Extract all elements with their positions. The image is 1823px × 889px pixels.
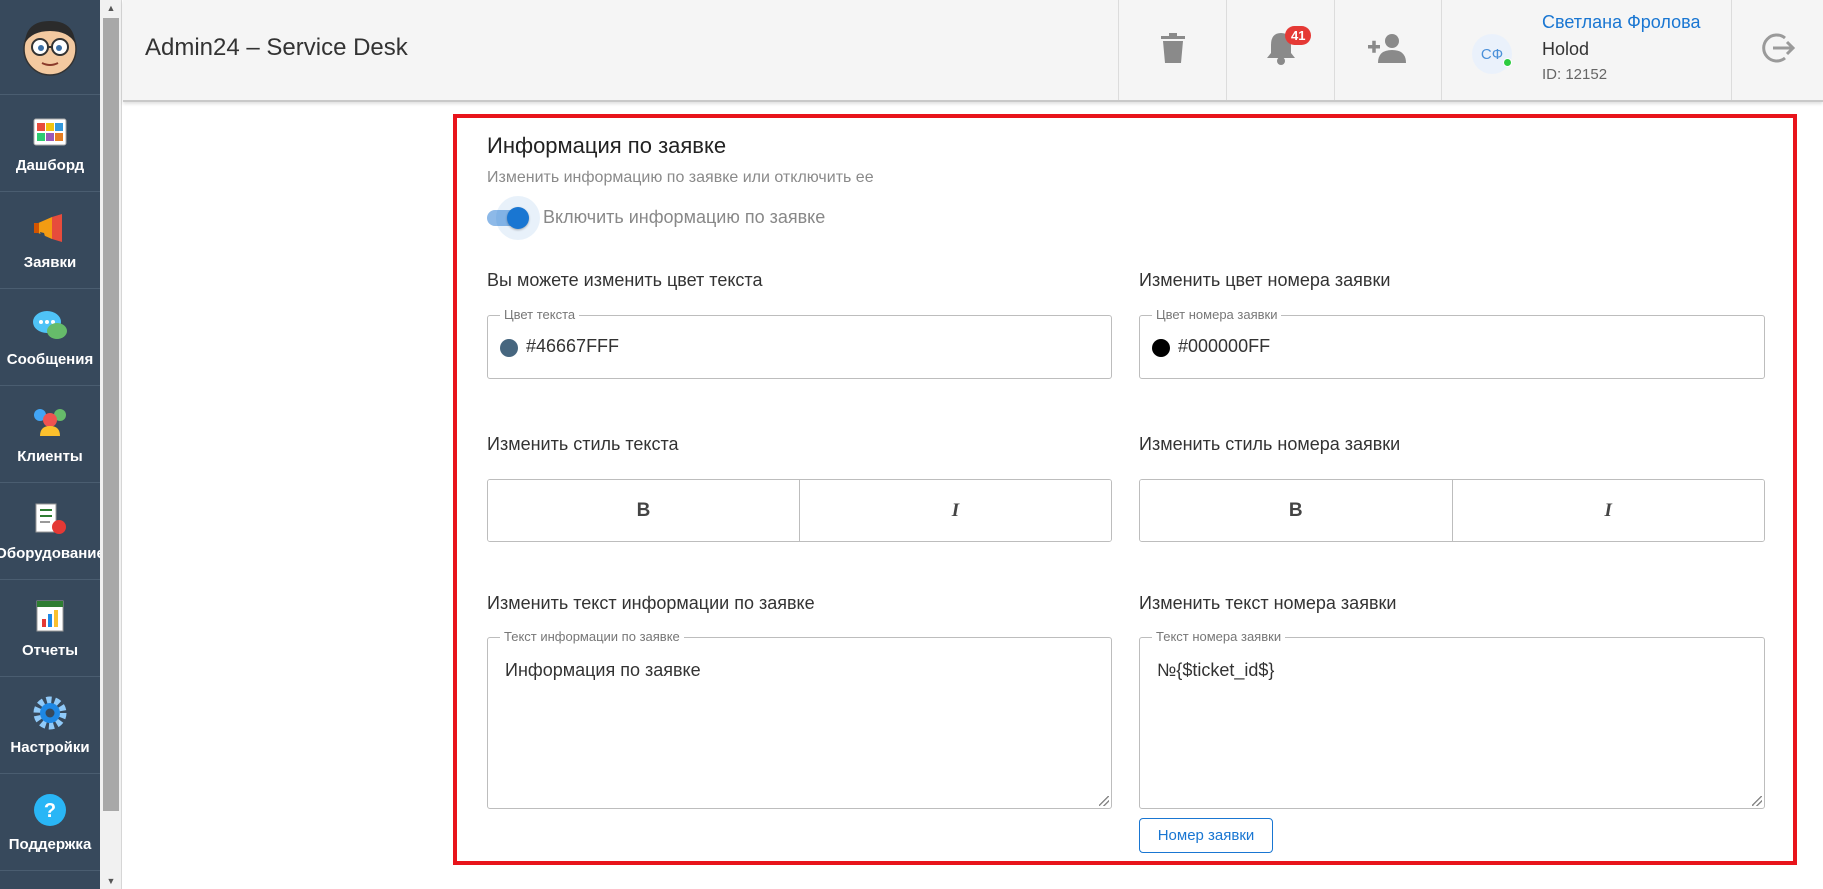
- app-title: Admin24 – Service Desk: [145, 34, 408, 61]
- chat-icon: [32, 307, 68, 343]
- text-style-label: Изменить стиль текста: [487, 434, 679, 454]
- number-italic-button[interactable]: I: [1451, 480, 1764, 541]
- reports-icon: [32, 598, 68, 634]
- user-id: ID: 12152: [1542, 66, 1608, 83]
- sidebar-item-settings[interactable]: Настройки: [0, 677, 100, 774]
- text-color-swatch[interactable]: [500, 339, 518, 357]
- number-color-legend: Цвет номера заявки: [1152, 308, 1282, 322]
- megaphone-icon: [32, 210, 68, 246]
- logo-avatar[interactable]: [0, 0, 100, 95]
- text-italic-button[interactable]: I: [799, 480, 1111, 541]
- scroll-down-arrow-icon[interactable]: ▼: [100, 873, 122, 889]
- text-color-value[interactable]: #46667FFF: [526, 336, 619, 357]
- text-style-group: B I: [487, 479, 1112, 542]
- user-organization: Holod: [1542, 39, 1590, 59]
- text-color-label: Вы можете изменить цвет текста: [487, 270, 763, 290]
- ticket-info-settings-panel: Информация по заявке Изменить информацию…: [453, 114, 1797, 865]
- sidebar-item-label: Настройки: [10, 738, 90, 756]
- sidebar-item-equipment[interactable]: Оборудование: [0, 483, 105, 580]
- number-text-value[interactable]: №{$ticket_id$}: [1157, 660, 1274, 681]
- sidebar-item-label: Клиенты: [17, 447, 83, 465]
- info-text-legend: Текст информации по заявке: [500, 630, 684, 644]
- info-text-value[interactable]: Информация по заявке: [505, 660, 701, 681]
- sidebar-item-dashboard[interactable]: Дашборд: [0, 95, 100, 192]
- number-style-label: Изменить стиль номера заявки: [1139, 434, 1401, 454]
- info-text-textarea[interactable]: Текст информации по заявке Информация по…: [487, 630, 1112, 809]
- number-color-swatch[interactable]: [1152, 339, 1170, 357]
- resize-handle-icon[interactable]: [1752, 796, 1762, 806]
- equipment-icon: [32, 501, 68, 537]
- avatar-face-icon: [23, 21, 77, 76]
- notifications-badge: 41: [1285, 26, 1312, 45]
- scroll-up-arrow-icon[interactable]: ▲: [100, 0, 122, 16]
- insert-ticket-number-button[interactable]: Номер заявки: [1139, 818, 1273, 853]
- clients-icon: [32, 404, 68, 440]
- enable-ticket-info-toggle[interactable]: Включить информацию по заявке: [487, 195, 826, 240]
- sidebar-item-label: Отчеты: [21, 641, 79, 659]
- page-scrollbar[interactable]: ▲ ▼: [100, 0, 122, 889]
- text-color-field[interactable]: Цвет текста #46667FFF: [487, 308, 1112, 379]
- number-text-label: Изменить текст номера заявки: [1139, 593, 1397, 613]
- number-text-textarea[interactable]: Текст номера заявки №{$ticket_id$}: [1139, 630, 1765, 809]
- dashboard-icon: [32, 113, 68, 149]
- sidebar-item-label: Оборудование: [0, 544, 105, 562]
- section-subtitle: Изменить информацию по заявке или отключ…: [487, 169, 874, 186]
- text-color-legend: Цвет текста: [500, 308, 580, 322]
- logout-button[interactable]: [1731, 0, 1823, 100]
- sidebar-item-clients[interactable]: Клиенты: [0, 386, 100, 483]
- number-bold-button[interactable]: B: [1140, 480, 1452, 541]
- number-color-field[interactable]: Цвет номера заявки #000000FF: [1139, 308, 1765, 379]
- online-status-dot: [1503, 58, 1512, 67]
- toggle-label: Включить информацию по заявке: [543, 207, 826, 227]
- sidebar-item-label: Дашборд: [15, 156, 85, 174]
- top-header: Admin24 – Service Desk 41 СФ Светлана Фр…: [123, 0, 1823, 102]
- info-text-label: Изменить текст информации по заявке: [487, 593, 815, 613]
- toggle-switch[interactable]: [487, 195, 540, 240]
- logout-icon: [1761, 31, 1795, 70]
- resize-handle-icon[interactable]: [1099, 796, 1109, 806]
- sidebar: Дашборд Заявки Сообщения Клиенты Оборудо…: [0, 0, 105, 889]
- trash-button[interactable]: [1118, 0, 1226, 100]
- notifications-button[interactable]: 41: [1226, 0, 1334, 100]
- sidebar-item-reports[interactable]: Отчеты: [0, 580, 100, 677]
- number-color-value[interactable]: #000000FF: [1178, 336, 1270, 357]
- user-name[interactable]: Светлана Фролова: [1542, 12, 1700, 33]
- trash-icon: [1160, 32, 1186, 68]
- sidebar-item-tickets[interactable]: Заявки: [0, 192, 100, 289]
- user-profile[interactable]: СФ Светлана Фролова Holod ID: 12152: [1441, 0, 1731, 100]
- sidebar-item-label: Сообщения: [6, 350, 94, 368]
- sidebar-item-support[interactable]: ? Поддержка: [0, 774, 100, 871]
- sidebar-item-label: Заявки: [23, 253, 77, 271]
- text-bold-button[interactable]: B: [488, 480, 799, 541]
- help-icon: ?: [32, 792, 68, 828]
- number-text-legend: Текст номера заявки: [1152, 630, 1286, 644]
- avatar: СФ: [1472, 34, 1512, 74]
- number-style-group: B I: [1139, 479, 1765, 542]
- section-title: Информация по заявке: [487, 133, 727, 158]
- add-user-button[interactable]: [1334, 0, 1441, 100]
- sidebar-item-messages[interactable]: Сообщения: [0, 289, 100, 386]
- scrollbar-thumb[interactable]: [103, 18, 119, 811]
- toggle-thumb: [507, 206, 529, 229]
- add-user-icon: [1368, 33, 1408, 68]
- number-color-label: Изменить цвет номера заявки: [1139, 270, 1391, 290]
- svg-text:?: ?: [44, 800, 56, 822]
- gear-icon: [32, 695, 68, 731]
- sidebar-item-label: Поддержка: [8, 835, 92, 853]
